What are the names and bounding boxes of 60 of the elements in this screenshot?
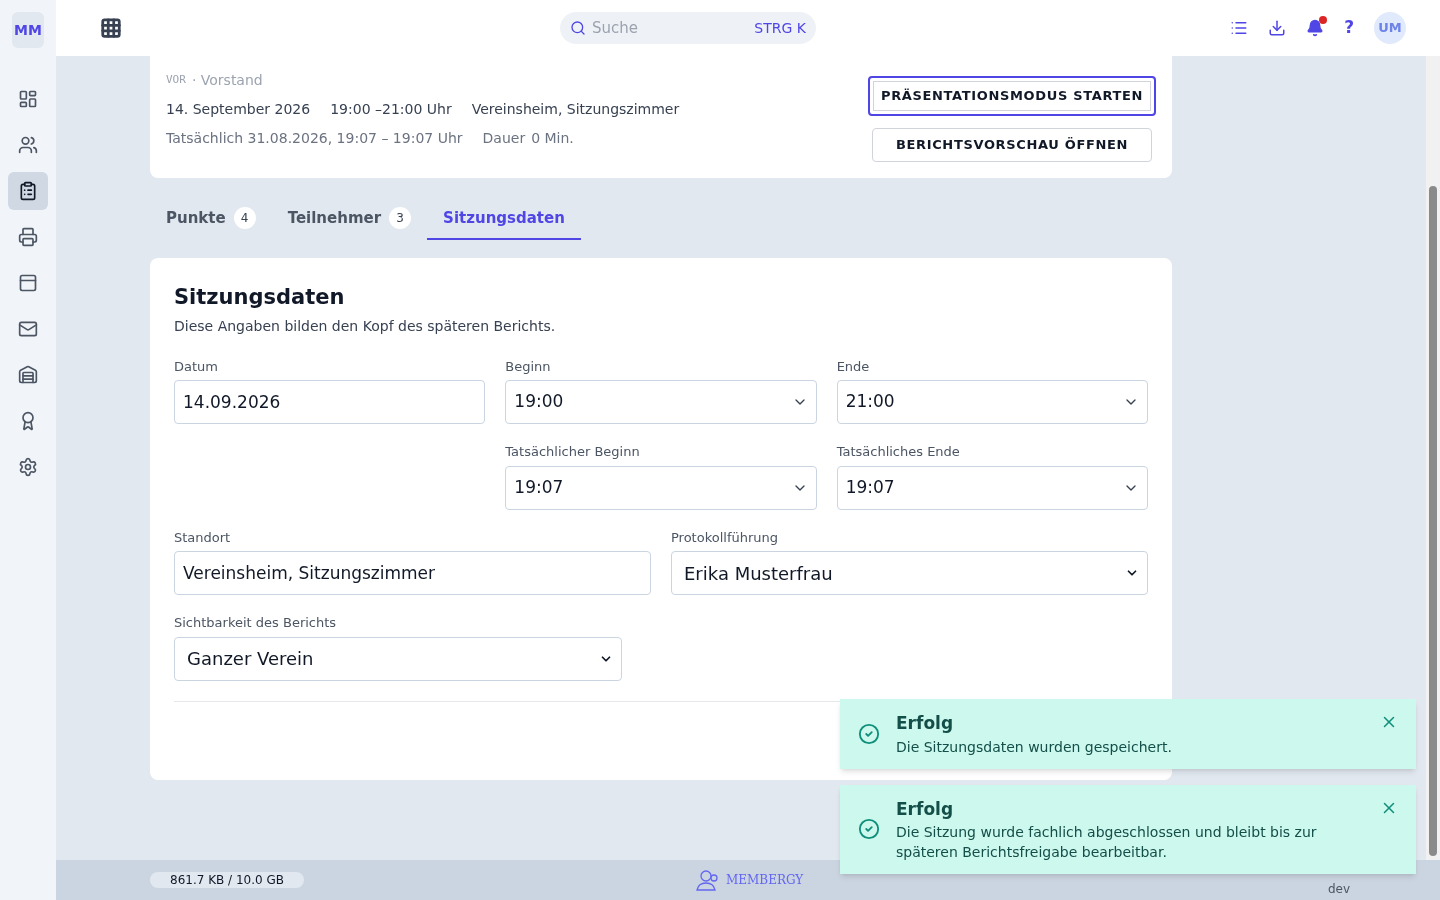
clipboard-icon	[18, 181, 38, 201]
time-select[interactable]: 21:00	[836, 380, 1148, 424]
field-label: Tatsächlicher Beginn	[505, 443, 641, 461]
field-label: Datum	[174, 357, 219, 376]
field-label: Standort	[174, 528, 232, 547]
input-field[interactable]: 14.09.2026	[174, 380, 486, 424]
success-icon	[858, 722, 880, 745]
select-field[interactable]: Ganzer Verein	[174, 636, 622, 681]
actual-time: Tatsächlich 31.08.2026, 19:07 – 19:07 Uhr	[166, 129, 463, 148]
success-icon	[858, 818, 880, 841]
download-icon[interactable]	[1268, 19, 1287, 37]
action-button[interactable]: BERICHTSVORSCHAU ÖFFNEN	[872, 128, 1152, 162]
input-field[interactable]: Vereinsheim, Sitzungszimmer	[174, 551, 651, 595]
field-label: Beginn	[505, 357, 552, 376]
count-badge: 3	[389, 207, 412, 229]
mail-icon	[18, 319, 38, 339]
logo[interactable]: MM	[12, 12, 44, 48]
duration-label: Dauer	[482, 129, 526, 148]
search-icon	[570, 20, 586, 36]
toast-title: Erfolg	[896, 712, 955, 735]
field-label: Sichtbarkeit des Berichts	[174, 614, 338, 632]
toast-title: Erfolg	[896, 797, 955, 821]
meeting-location: Vereinsheim, Sitzungszimmer	[471, 100, 680, 119]
meeting-date: 14. September 2026	[166, 100, 311, 119]
time-select[interactable]: 19:07	[836, 465, 1148, 510]
brand-name: MEMBERGY	[726, 872, 804, 889]
search-field[interactable]: Suche STRG K	[560, 12, 816, 44]
group-name: · Vorstand	[191, 71, 263, 90]
meeting-time: 19:00 –21:00 Uhr	[330, 100, 452, 119]
apps-icon[interactable]	[100, 17, 122, 39]
group-code: VOR	[166, 72, 186, 89]
shortcut-hint: STRG K	[754, 18, 806, 38]
count-badge: 4	[233, 207, 256, 229]
search-input[interactable]: Suche	[592, 16, 749, 40]
tab[interactable]: Sitzungsdaten	[427, 198, 581, 240]
environment-label: dev	[1327, 881, 1350, 898]
toast-message: Die Sitzung wurde fachlich abgeschlossen und bleibt bis zur späteren Berichtsfreigabe bearbeitbar.	[896, 823, 1318, 862]
building-icon	[18, 365, 38, 385]
sidebar-item[interactable]	[8, 172, 48, 210]
tab[interactable]: Punkte 4	[150, 198, 272, 240]
time-select[interactable]: 19:00	[505, 380, 817, 424]
form-title: Sitzungsdaten	[174, 284, 346, 311]
duration-value: 0 Min.	[531, 129, 574, 148]
list-icon[interactable]	[1230, 19, 1249, 37]
tab[interactable]: Teilnehmer 3	[271, 198, 428, 240]
field-label: Ende	[836, 357, 871, 376]
action-button[interactable]: PRÄSENTATIONSMODUS STARTEN	[868, 76, 1156, 116]
settings-icon	[18, 457, 38, 477]
select-field[interactable]: Erika Musterfrau	[671, 551, 1148, 595]
storage-usage: 861.7 KB / 10.0 GB	[150, 872, 304, 888]
form-subtitle: Diese Angaben bilden den Kopf des späteren Berichts.	[174, 316, 557, 336]
time-select[interactable]: 19:07	[505, 465, 817, 510]
toast-message: Die Sitzungsdaten wurden gespeichert.	[896, 737, 1173, 757]
layout-icon	[18, 273, 38, 293]
notification-icon[interactable]	[1306, 19, 1325, 37]
people-icon	[18, 135, 38, 155]
field-label: Tatsächliches Ende	[836, 443, 961, 461]
help-button[interactable]: ?	[1344, 15, 1354, 41]
field-label: Protokollführung	[671, 528, 780, 547]
dashboard-icon	[18, 89, 38, 109]
